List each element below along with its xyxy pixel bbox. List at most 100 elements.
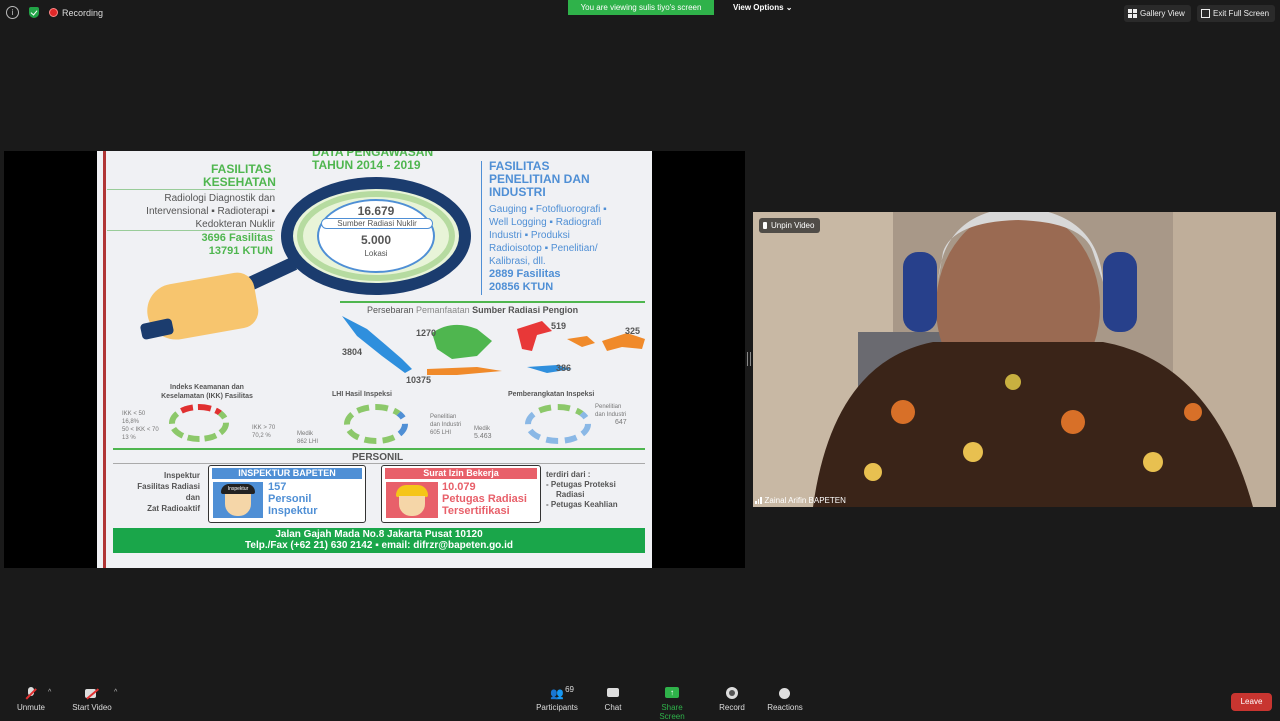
terdiri-line: terdiri dari : xyxy=(546,470,591,479)
audio-options-caret-icon[interactable]: ^ xyxy=(48,689,51,696)
inspektur-box-title: INSPEKTUR BAPETEN xyxy=(212,468,362,479)
divider xyxy=(113,448,645,450)
inspektur-label: Inspektur xyxy=(268,505,318,517)
pemb-medik: Medik 5.463 xyxy=(474,425,492,441)
record-label: Record xyxy=(719,703,745,712)
view-options-button[interactable]: View Options ⌄ xyxy=(726,0,799,15)
terdiri-list: terdiri dari : - Petugas Proteksi Radias… xyxy=(546,470,618,510)
inspektur-desc-line: Inspektur xyxy=(163,471,200,480)
industry-line: Industri ▪ Produksi xyxy=(489,230,570,241)
personil-title: PERSONIL xyxy=(352,452,404,463)
slide-footer: Jalan Gajah Mada No.8 Jakarta Pusat 1012… xyxy=(113,528,645,553)
recording-indicator[interactable]: Recording xyxy=(49,8,103,18)
chat-label: Chat xyxy=(604,703,622,712)
footer-line: Telp./Fax (+62 21) 630 2142 ▪ email: dif… xyxy=(245,540,513,551)
map-value: 3804 xyxy=(342,347,363,357)
pemb-gauge xyxy=(525,404,591,444)
leave-button[interactable]: Leave xyxy=(1231,693,1272,711)
gallery-view-label: Gallery View xyxy=(1140,9,1185,18)
chat-button[interactable]: Chat xyxy=(603,687,623,712)
unpin-video-button[interactable]: Unpin Video xyxy=(759,218,821,233)
recording-dot-icon xyxy=(49,8,58,17)
lens-number-1: 16.679 xyxy=(357,204,395,218)
signal-bars-icon xyxy=(755,497,762,504)
share-screen-icon: ↑ xyxy=(664,687,680,700)
unpin-label: Unpin Video xyxy=(771,221,815,230)
participant-name-tag: Zainal Arifin BAPETEN xyxy=(755,496,846,505)
reactions-label: Reactions xyxy=(767,703,803,712)
divider xyxy=(113,463,645,464)
lhi-label: Medik xyxy=(297,431,314,437)
record-button[interactable]: Record xyxy=(718,687,746,712)
chat-icon xyxy=(605,687,621,700)
top-bar: i Recording You are viewing sulis tiyo's… xyxy=(0,0,1280,26)
divider xyxy=(340,301,645,303)
inspektur-box: INSPEKTUR BAPETEN Inspektur 157 Personil… xyxy=(208,465,366,523)
encryption-shield-icon[interactable] xyxy=(29,7,39,18)
inspektur-count: 157 Personil Inspektur xyxy=(268,481,318,517)
sib-box: Surat Izin Bekerja 10.079 Petugas Radias… xyxy=(381,465,541,523)
inspektur-desc-line: Zat Radioaktif xyxy=(147,504,200,513)
health-stats: 3696 Fasilitas 13791 KTUN xyxy=(167,232,273,258)
lhi-gauge xyxy=(344,404,408,444)
participants-button[interactable]: 👥 69 Participants xyxy=(536,685,578,712)
ikk-label: 13 % xyxy=(122,435,136,441)
reactions-button[interactable]: Reactions xyxy=(767,687,803,712)
industry-stat: 2889 Fasilitas xyxy=(489,268,561,280)
pemb-label: Medik xyxy=(474,426,491,432)
ikk-left-labels: IKK < 50 16,8% 50 < IKK < 70 13 % xyxy=(122,410,159,442)
petugas-avatar xyxy=(386,482,438,518)
ikk-label: 16,8% xyxy=(122,419,140,425)
smiley-plus-icon xyxy=(777,687,793,700)
view-options-label: View Options xyxy=(733,3,784,12)
inspektur-num: 157 xyxy=(268,481,287,493)
map-value: 386 xyxy=(556,363,572,373)
shared-slide: DATA PENGAWASAN TAHUN 2014 - 2019 FASILI… xyxy=(97,151,652,568)
sib-num: 10.079 xyxy=(442,481,476,493)
health-line: Radiologi Diagnostik dan xyxy=(164,193,275,204)
face-icon xyxy=(399,496,425,516)
lhi-label: 605 LHI xyxy=(430,430,452,436)
lhi-medik: Medik 862 LHI xyxy=(297,430,318,446)
start-video-button[interactable]: Start Video xyxy=(72,687,112,712)
share-screen-button[interactable]: ↑ Share Screen xyxy=(648,687,696,721)
lhi-title: LHI Hasil Inspeksi xyxy=(332,391,392,398)
recording-label: Recording xyxy=(62,7,104,18)
split-handle[interactable] xyxy=(747,352,751,366)
lens-label-1: Sumber Radiasi Nuklir xyxy=(321,218,433,229)
ikk-right-labels: IKK > 70 70,2 % xyxy=(252,424,275,440)
participant-video-frame xyxy=(753,212,1276,507)
lhi-label: Penelitian xyxy=(430,414,457,420)
ikk-title-line: Indeks Keamanan dan xyxy=(170,384,244,391)
health-title-1: FASILITAS xyxy=(211,162,272,176)
indonesia-map xyxy=(342,316,645,375)
inspektur-description: Inspektur Fasilitas Radiasi dan Zat Radi… xyxy=(127,470,200,514)
grid-icon xyxy=(1128,9,1137,18)
pemb-label: dan Industri xyxy=(595,412,627,418)
ikk-label: 50 < IKK < 70 xyxy=(122,427,159,433)
sib-count: 10.079 Petugas Radiasi Tersertifikasi xyxy=(442,481,527,517)
pin-icon xyxy=(763,222,767,229)
participant-video[interactable]: Unpin Video Zainal Arifin BAPETEN xyxy=(753,212,1276,507)
inspektur-desc-line: Fasilitas Radiasi xyxy=(137,482,200,491)
pemb-title: Pemberangkatan Inspeksi xyxy=(508,391,595,398)
record-icon xyxy=(724,687,740,700)
terdiri-line: Radiasi xyxy=(556,490,585,499)
divider xyxy=(107,230,275,231)
lhi-penelitian: Penelitian dan Industri 605 LHI xyxy=(430,413,461,437)
industry-line: Radioisotop ▪ Penelitian/ xyxy=(489,243,598,254)
video-options-caret-icon[interactable]: ^ xyxy=(114,689,117,696)
lens-label-2: Lokasi xyxy=(364,249,388,258)
footer-line: Jalan Gajah Mada No.8 Jakarta Pusat 1012… xyxy=(275,529,483,540)
ikk-title: Indeks Keamanan dan Keselamatan (IKK) Fa… xyxy=(147,383,267,401)
exit-full-screen-icon xyxy=(1201,9,1210,18)
health-stat: 3696 Fasilitas xyxy=(201,232,273,244)
participants-label: Participants xyxy=(536,703,578,712)
unmute-button[interactable]: Unmute xyxy=(16,687,46,712)
exit-full-screen-button[interactable]: Exit Full Screen xyxy=(1197,5,1276,22)
info-icon[interactable]: i xyxy=(6,6,19,19)
gallery-view-button[interactable]: Gallery View xyxy=(1124,5,1191,22)
inspektur-avatar: Inspektur xyxy=(213,482,263,518)
pemb-label: Penelitian xyxy=(595,404,622,410)
industry-stat: 20856 KTUN xyxy=(489,281,554,293)
